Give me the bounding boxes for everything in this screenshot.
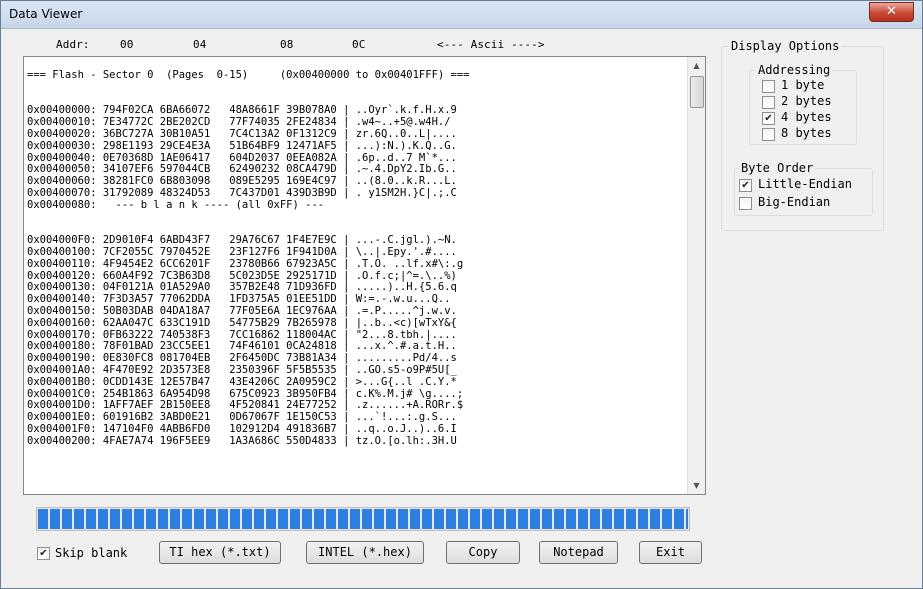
dump-line: 0x00400150: 50B03DAB 04DA18A7 77F05E6A 1… <box>27 304 457 317</box>
dump-line: 0x004001F0: 147104F0 4ABB6FD0 102912D4 4… <box>27 422 457 435</box>
byte-order-option-label: Little-Endian <box>758 177 852 191</box>
column-header: Addr: 00 04 08 0C <--- Ascii ----> <box>56 38 576 52</box>
dump-line <box>27 82 470 94</box>
notepad-button[interactable]: Notepad <box>539 541 618 564</box>
close-icon: ✕ <box>886 4 897 19</box>
exit-button[interactable]: Exit <box>639 541 702 564</box>
dump-line: 0x00400070: 31792089 48324D53 7C437D01 4… <box>27 186 457 199</box>
addressing-option-checkbox[interactable] <box>762 80 775 93</box>
checkmark-icon: ✔ <box>39 548 48 559</box>
dump-line: 0x00400020: 36BC727A 30B10A51 7C4C13A2 0… <box>27 127 457 140</box>
addressing-option-checkbox[interactable] <box>762 128 775 141</box>
checkmark-icon: ✔ <box>764 113 773 124</box>
addressing-option-checkbox[interactable] <box>762 96 775 109</box>
col-header-04: 04 <box>193 38 207 51</box>
byte-order-option-label: Big-Endian <box>758 195 831 209</box>
dump-line: 0x004001B0: 0CDD143E 12E57B47 43E4206C 2… <box>27 375 457 388</box>
byte-order-option-checkbox[interactable]: ✔ <box>739 179 752 192</box>
title-bar[interactable]: Data Viewer ✕ <box>1 1 922 29</box>
dump-line: 0x004001A0: 4F470E92 2D3573E8 2350396F 5… <box>27 363 457 376</box>
copy-button[interactable]: Copy <box>446 541 520 564</box>
addressing-option-label: 8 bytes <box>781 126 832 140</box>
addressing-option-label: 4 bytes <box>781 110 832 124</box>
checkmark-icon: ✔ <box>741 180 750 191</box>
progress-bar <box>36 507 690 531</box>
scroll-thumb[interactable] <box>690 76 704 108</box>
ascii-header: <--- Ascii ----> <box>437 38 545 51</box>
addressing-option-label: 2 bytes <box>781 94 832 108</box>
close-button[interactable]: ✕ <box>869 2 914 22</box>
addressing-option-label: 1 byte <box>781 78 825 92</box>
display-options-title: Display Options <box>729 39 842 53</box>
window-title: Data Viewer <box>9 7 83 21</box>
dump-line: 0x00400030: 298E1193 29CE4E3A 51B64BF9 1… <box>27 139 457 152</box>
dump-line <box>27 212 470 224</box>
dump-line: 0x00400100: 7CF2055C 7970452E 23F127F6 1… <box>27 245 457 258</box>
skip-blank-checkbox[interactable]: ✔ <box>37 547 50 560</box>
byte-order-option-checkbox[interactable] <box>739 197 752 210</box>
vertical-scrollbar[interactable]: ▲ ▼ <box>687 57 705 494</box>
hex-dump-textbox[interactable]: === Flash - Sector 0 (Pages 0-15) (0x004… <box>23 56 706 495</box>
dump-line: 0x00400200: 4FAE7A74 196F5EE9 1A3A686C 5… <box>27 434 457 447</box>
addressing-title: Addressing <box>756 63 833 77</box>
dump-line: 0x00400080: --- b l a n k ---- (all 0xFF… <box>27 198 325 211</box>
skip-blank-label: Skip blank <box>55 546 128 560</box>
col-header-00: 00 <box>120 38 134 51</box>
byte-order-title: Byte Order <box>739 161 816 175</box>
ti-hex-button[interactable]: TI hex (*.txt) <box>159 541 281 564</box>
dump-line: 0x00400110: 4F9454E2 6CC6201F 23780B66 6… <box>27 257 464 270</box>
addr-header: Addr: <box>56 38 90 51</box>
dump-line: === Flash - Sector 0 (Pages 0-15) (0x004… <box>27 69 470 81</box>
progress-fill <box>38 509 688 529</box>
col-header-08: 08 <box>280 38 294 51</box>
intel-hex-button[interactable]: INTEL (*.hex) <box>306 541 424 564</box>
scroll-up-icon[interactable]: ▲ <box>688 57 705 74</box>
col-header-0c: 0C <box>352 38 366 51</box>
addressing-option-checkbox[interactable]: ✔ <box>762 112 775 125</box>
dump-line: 0x00400160: 62AA047C 633C191D 54775B29 7… <box>27 316 457 329</box>
hex-dump-content: === Flash - Sector 0 (Pages 0-15) (0x004… <box>27 69 470 448</box>
scroll-down-icon[interactable]: ▼ <box>688 477 705 494</box>
